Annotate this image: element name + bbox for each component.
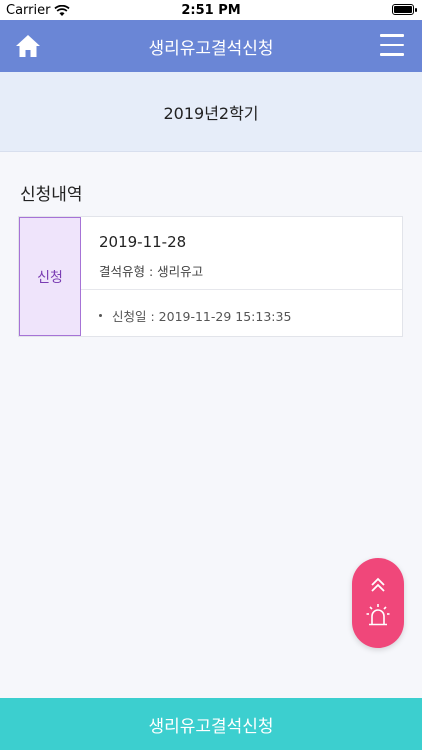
nav-bar: 생리유고결석신청: [0, 20, 422, 72]
absence-type: 결석유형 : 생리유고: [99, 264, 204, 279]
record-top: 2019-11-28 결석유형 : 생리유고: [81, 217, 402, 290]
applied-at: 신청일 : 2019-11-29 15:13:35: [112, 309, 292, 324]
semester-band: 2019년2학기: [0, 72, 422, 152]
record-card[interactable]: 신청 2019-11-28 결석유형 : 생리유고 신청일 : 2019-11-…: [18, 216, 403, 337]
floating-action-button[interactable]: [352, 558, 404, 648]
semester-label[interactable]: 2019년2학기: [163, 100, 258, 124]
siren-icon[interactable]: [365, 602, 391, 628]
hamburger-menu-icon[interactable]: [380, 34, 404, 56]
record-bottom: 신청일 : 2019-11-29 15:13:35: [81, 290, 402, 325]
apply-button[interactable]: 생리유고결석신청: [0, 698, 422, 750]
absence-date: 2019-11-28: [99, 233, 187, 251]
page-title: 생리유고결석신청: [148, 38, 274, 59]
home-icon[interactable]: [14, 32, 42, 60]
status-bar: Carrier 2:51 PM: [0, 0, 422, 20]
status-time: 2:51 PM: [181, 3, 241, 18]
status-label: 신청: [37, 269, 63, 286]
status-badge: 신청: [19, 217, 81, 336]
record-body: 2019-11-28 결석유형 : 생리유고 신청일 : 2019-11-29 …: [81, 217, 402, 336]
bullet-icon: [99, 314, 102, 317]
section-title: 신청내역: [20, 185, 83, 205]
double-chevron-up-icon[interactable]: [367, 574, 389, 596]
battery-icon: [392, 4, 417, 15]
